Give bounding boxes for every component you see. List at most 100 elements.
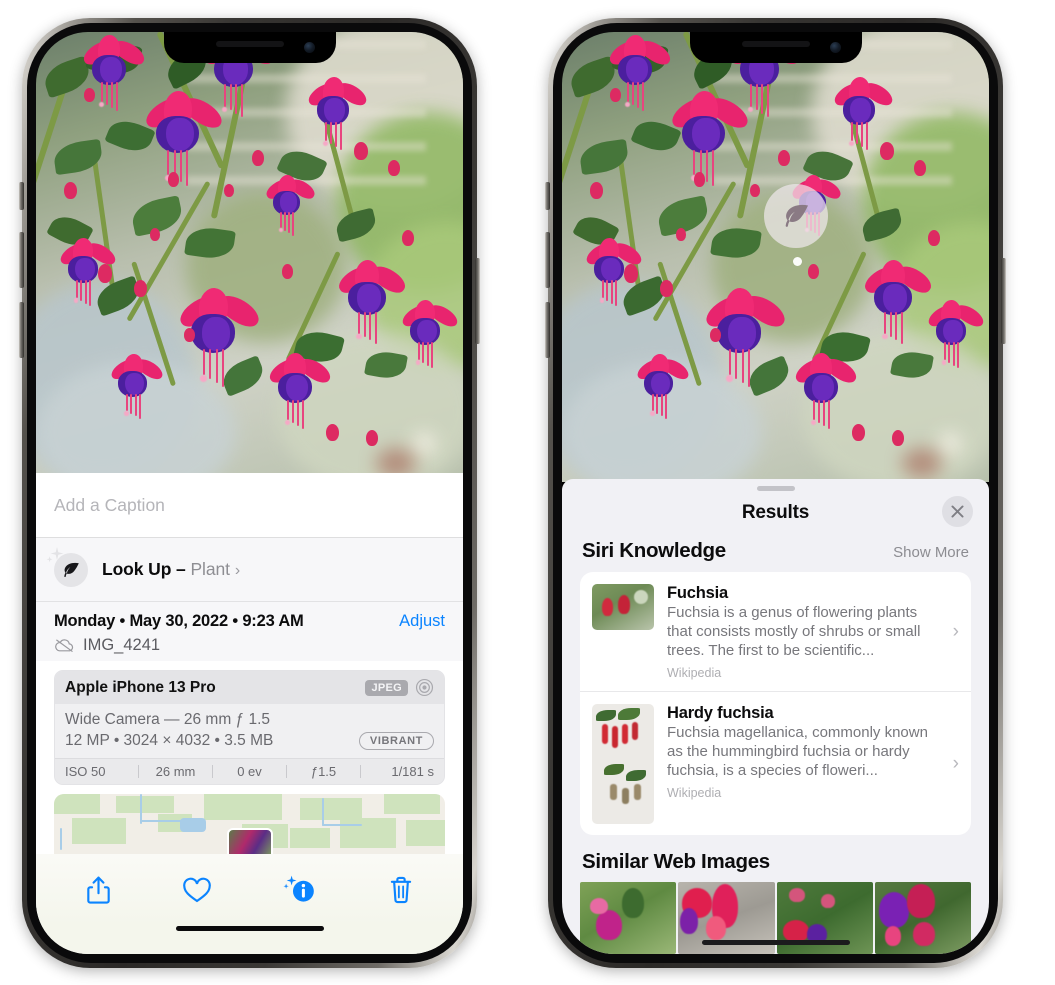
thumbnail-detail xyxy=(706,916,727,940)
photo-detail xyxy=(326,424,339,441)
photo-detail xyxy=(856,122,859,144)
photo-detail xyxy=(914,160,926,176)
photo-detail xyxy=(134,280,147,297)
similar-image-thumbnail[interactable] xyxy=(874,882,971,954)
chevron-right-icon: › xyxy=(952,752,959,774)
look-up-row[interactable]: Look Up – Plant › xyxy=(36,538,463,601)
similar-image-thumbnail[interactable] xyxy=(580,882,677,954)
photo-detail xyxy=(813,400,815,420)
photo-detail xyxy=(202,349,205,376)
photo-detail xyxy=(223,83,226,107)
format-badge: JPEG xyxy=(365,679,408,696)
photo-detail xyxy=(735,349,738,380)
photo-detail xyxy=(415,360,421,365)
photo-toolbar xyxy=(36,854,463,926)
photo-metadata: Monday • May 30, 2022 • 9:23 AM Adjust I… xyxy=(36,601,463,661)
result-description: Fuchsia is a genus of flowering plants t… xyxy=(667,604,921,660)
photo-detail xyxy=(902,448,942,478)
photo-detail xyxy=(356,333,362,340)
thumbnail-detail xyxy=(782,920,809,942)
photo-viewer[interactable] xyxy=(36,32,463,482)
result-description: Fuchsia magellanica, commonly known as t… xyxy=(667,724,928,779)
result-title: Fuchsia xyxy=(667,584,728,603)
knowledge-row[interactable]: Fuchsia Fuchsia is a genus of flowering … xyxy=(580,572,971,691)
photo-detail xyxy=(366,430,378,446)
photo-detail xyxy=(828,400,830,429)
photo-detail xyxy=(900,311,903,344)
photo-detail xyxy=(942,319,963,344)
photo-detail xyxy=(600,257,621,282)
caption-input[interactable]: Add a Caption xyxy=(36,473,463,538)
photo-detail xyxy=(694,172,705,187)
photo-detail xyxy=(818,400,820,423)
location-map[interactable] xyxy=(54,794,445,854)
power-button[interactable] xyxy=(1001,258,1006,344)
exif-stats-row: ISO 50 26 mm 0 ev ƒ1.5 1/181 s xyxy=(55,758,444,784)
volume-up-button[interactable] xyxy=(545,232,550,288)
exif-header: Apple iPhone 13 Pro JPEG xyxy=(55,671,444,704)
photo-detail xyxy=(599,298,605,303)
trash-icon[interactable] xyxy=(388,875,414,905)
thumbnail-detail xyxy=(878,892,909,928)
photo-viewer[interactable] xyxy=(562,32,989,482)
front-camera xyxy=(303,42,315,53)
exif-body: Wide Camera — 26 mm ƒ 1.5 12 MP • 3024 ×… xyxy=(55,704,444,758)
volume-down-button[interactable] xyxy=(545,302,550,358)
sheet-header: Results xyxy=(562,491,989,535)
result-source: Wikipedia xyxy=(667,785,722,800)
exif-stat: ƒ1.5 xyxy=(310,764,337,779)
badge-pointer-dot xyxy=(793,257,802,266)
knowledge-card-list: Fuchsia Fuchsia is a genus of flowering … xyxy=(580,572,971,835)
photo-detail xyxy=(601,280,604,299)
map-photo-pin[interactable] xyxy=(226,828,273,854)
photo-detail xyxy=(778,150,790,166)
thumbnail-detail xyxy=(788,888,805,902)
photo-date: Monday • May 30, 2022 • 9:23 AM xyxy=(54,612,304,630)
exif-stat: 0 ev xyxy=(237,764,262,779)
leaf-badge xyxy=(54,552,88,587)
photo-detail xyxy=(224,184,234,197)
photo-detail xyxy=(632,82,634,105)
home-indicator[interactable] xyxy=(36,926,463,954)
photo-detail xyxy=(938,432,962,456)
exif-card[interactable]: Apple iPhone 13 Pro JPEG Wide Camera — 2… xyxy=(54,670,445,785)
result-title: Hardy fuchsia xyxy=(667,704,774,722)
visual-lookup-badge[interactable] xyxy=(764,184,828,248)
mute-switch[interactable] xyxy=(19,182,24,210)
photo-detail xyxy=(928,230,940,246)
knowledge-row[interactable]: Hardy fuchsia Fuchsia magellanica, commo… xyxy=(580,691,971,835)
adjust-button[interactable]: Adjust xyxy=(399,612,445,631)
photo-detail xyxy=(957,342,960,369)
power-button[interactable] xyxy=(475,258,480,344)
look-up-prefix: Look Up – xyxy=(102,559,191,579)
photo-detail xyxy=(852,424,865,441)
photo-detail xyxy=(610,280,613,304)
photo-detail xyxy=(126,394,129,412)
mute-switch[interactable] xyxy=(545,182,550,210)
photo-detail xyxy=(895,311,898,341)
thumbnail-detail xyxy=(912,922,935,946)
photo-detail xyxy=(943,342,946,361)
sheet-title: Results xyxy=(741,502,810,524)
leaf-icon xyxy=(64,562,79,577)
photo-detail xyxy=(811,420,816,425)
share-icon[interactable] xyxy=(85,875,112,905)
look-up-label: Look Up – Plant › xyxy=(102,559,240,580)
volume-up-button[interactable] xyxy=(19,232,24,288)
heart-icon[interactable] xyxy=(182,877,212,904)
info-sparkle-icon[interactable] xyxy=(282,874,318,906)
thumbnail-detail xyxy=(596,910,622,940)
photo-detail xyxy=(106,82,108,105)
left-phone: Add a Caption Look Up – Plant › Monday •… xyxy=(19,18,480,968)
photo-detail xyxy=(416,319,437,344)
photo-detail xyxy=(130,394,133,414)
close-button[interactable] xyxy=(942,496,973,528)
photo-detail xyxy=(637,82,639,108)
show-more-button[interactable]: Show More xyxy=(893,544,969,561)
photo-detail xyxy=(744,355,794,397)
volume-down-button[interactable] xyxy=(19,302,24,358)
home-indicator[interactable] xyxy=(701,940,850,945)
photo-detail xyxy=(100,57,122,83)
photo-detail xyxy=(339,122,342,150)
photo-detail xyxy=(201,316,231,351)
